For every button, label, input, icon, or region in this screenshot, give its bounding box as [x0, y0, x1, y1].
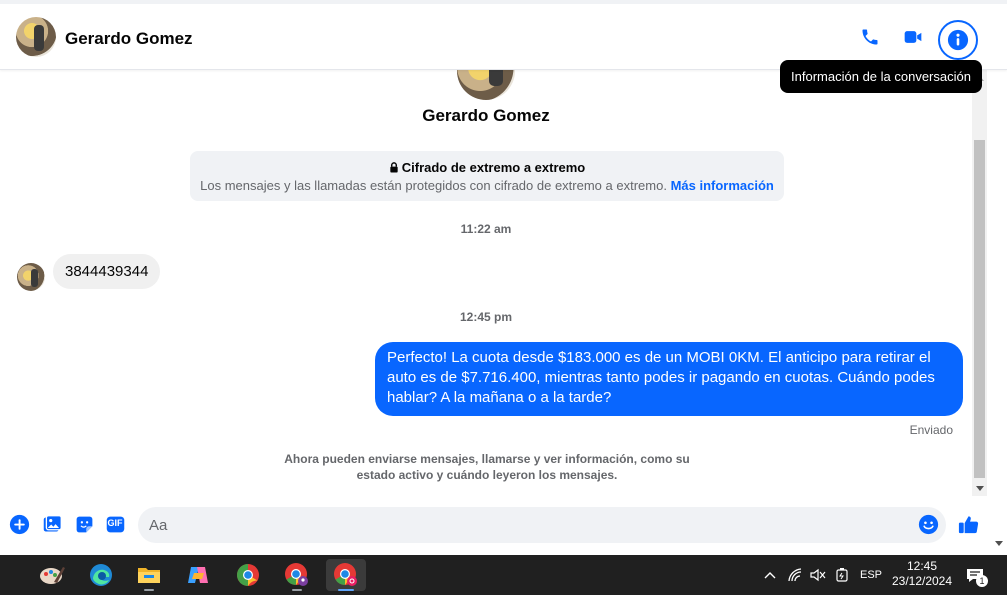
gif-button[interactable]: GIF	[104, 513, 126, 535]
plus-icon	[9, 514, 29, 534]
phone-icon	[862, 29, 878, 45]
message-list: Gerardo Gomez Cifrado de extremo a extre…	[0, 70, 972, 496]
running-indicator	[144, 589, 154, 591]
emoji-icon	[918, 514, 938, 534]
incoming-message[interactable]: 3844439344	[53, 254, 161, 289]
attach-photo-button[interactable]	[41, 513, 63, 535]
image-icon	[43, 514, 62, 531]
windows-taskbar: ESP 12:45 23/12/2024 1	[0, 555, 1007, 595]
notification-count: 1	[976, 575, 988, 587]
message-status: Enviado	[909, 423, 953, 437]
taskbar-chrome-profile[interactable]	[277, 559, 317, 591]
encryption-body: Los mensajes y las llamadas están proteg…	[200, 178, 667, 193]
volume-muted-icon	[810, 568, 826, 582]
message-input[interactable]	[138, 507, 946, 543]
copilot-icon	[188, 567, 208, 583]
taskbar-copilot[interactable]	[178, 559, 218, 591]
message-composer: GIF	[0, 496, 990, 555]
emoji-button[interactable]	[917, 513, 939, 535]
like-button[interactable]	[956, 512, 980, 536]
network-button[interactable]	[786, 555, 806, 595]
info-icon	[947, 29, 969, 51]
message-timestamp: 11:22 am	[460, 222, 512, 236]
battery-button[interactable]	[832, 555, 852, 595]
notifications-button[interactable]: 1	[962, 555, 988, 595]
outgoing-message[interactable]: Perfecto! La cuota desde $183.000 es de …	[375, 342, 963, 416]
edge-icon	[90, 564, 112, 586]
scroll-thumb[interactable]	[974, 140, 985, 478]
like-icon	[958, 515, 978, 533]
show-hidden-icons-button[interactable]	[760, 555, 780, 595]
taskbar-chrome[interactable]	[228, 559, 268, 591]
contact-name[interactable]: Gerardo Gomez	[65, 29, 193, 49]
encryption-title: Cifrado de extremo a extremo	[401, 160, 586, 175]
taskbar-edge[interactable]	[81, 559, 121, 591]
taskbar-file-explorer[interactable]	[129, 559, 169, 591]
messenger-window: Gerardo Gomez Información de la conversa…	[0, 0, 1007, 595]
task-view-button[interactable]	[0, 559, 10, 591]
running-indicator	[292, 589, 302, 591]
clock-date: 23/12/2024	[891, 574, 953, 588]
input-language[interactable]: ESP	[856, 555, 886, 595]
scroll-down-arrow-icon[interactable]	[976, 486, 984, 491]
video-icon	[904, 31, 922, 43]
chrome-icon	[237, 564, 259, 586]
taskbar-paint[interactable]	[32, 559, 72, 591]
phone-call-button[interactable]	[852, 19, 888, 55]
taskbar-chrome-profile-active[interactable]	[326, 559, 366, 591]
encryption-notice: Cifrado de extremo a extremo Los mensaje…	[190, 151, 784, 201]
message-scrollbar[interactable]	[972, 70, 987, 496]
chrome-profile-active-icon	[334, 563, 357, 586]
page-scroll-down-icon[interactable]	[995, 541, 1003, 546]
battery-icon	[836, 568, 848, 582]
sticker-icon	[76, 516, 92, 532]
active-indicator	[338, 589, 354, 591]
file-explorer-icon	[138, 568, 160, 583]
chevron-up-icon	[764, 572, 776, 579]
sticker-button[interactable]	[73, 513, 95, 535]
profile-avatar[interactable]	[457, 70, 515, 100]
chrome-profile-icon	[285, 563, 308, 586]
wifi-icon	[788, 568, 802, 582]
page-scrollbar[interactable]	[990, 0, 1007, 555]
more-info-link[interactable]: Más información	[671, 178, 774, 193]
volume-button[interactable]	[808, 555, 828, 595]
info-tooltip: Información de la conversación	[780, 60, 982, 93]
task-view-icon	[0, 567, 4, 583]
profile-name: Gerardo Gomez	[422, 106, 550, 125]
lock-icon	[390, 162, 398, 173]
clock-time: 12:45	[906, 559, 938, 573]
more-actions-button[interactable]	[8, 513, 30, 535]
contact-avatar[interactable]	[16, 17, 56, 57]
message-timestamp: 12:45 pm	[459, 310, 513, 324]
system-clock[interactable]: 12:45 23/12/2024	[884, 559, 960, 589]
conversation-info-button[interactable]	[938, 20, 978, 60]
video-call-button[interactable]	[895, 19, 931, 55]
gif-label: GIF	[107, 518, 123, 528]
sender-avatar[interactable]	[17, 263, 45, 291]
privacy-notice: Ahora pueden enviarse mensajes, llamarse…	[284, 452, 690, 482]
paint-icon	[40, 567, 65, 584]
